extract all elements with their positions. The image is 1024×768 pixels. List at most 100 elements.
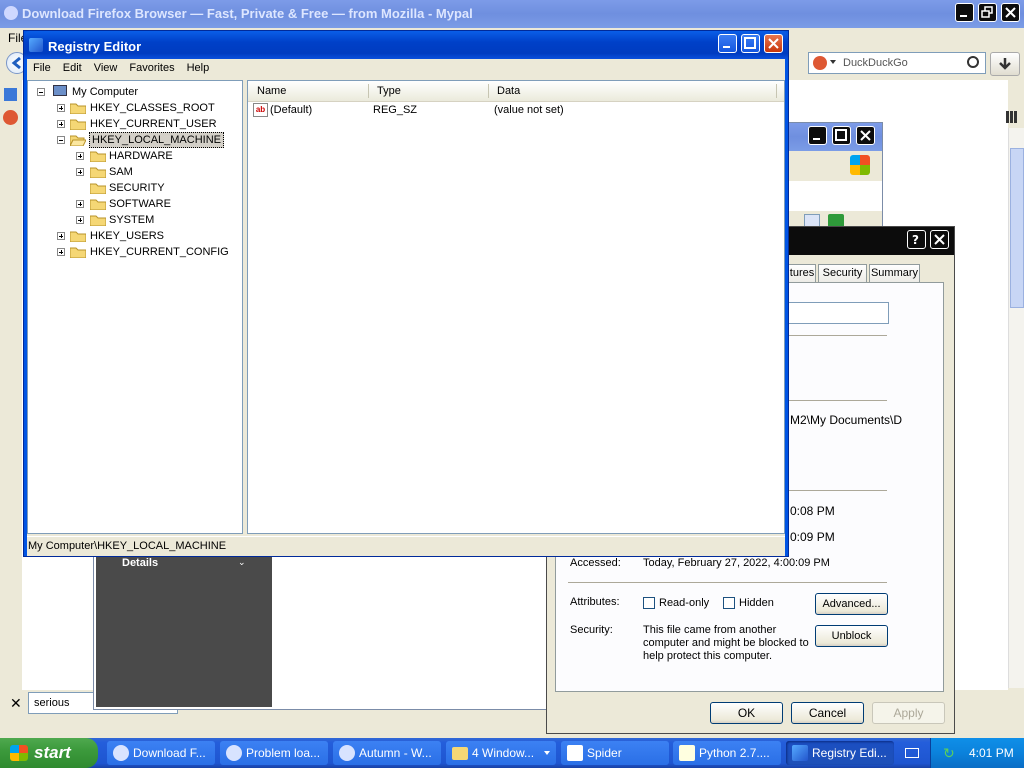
registry-close-button[interactable] [764,34,783,53]
details-label[interactable]: Details [122,557,158,569]
taskbar-button-spider[interactable]: Spider [561,741,669,765]
table-row[interactable]: ab (Default) REG_SZ (value not set) [248,102,784,120]
start-button[interactable]: start [0,738,98,768]
expander-hku[interactable] [57,232,65,240]
browser-minimize-button[interactable] [955,3,974,22]
taskbar-button-autumn[interactable]: Autumn - W... [333,741,441,765]
unblock-button[interactable]: Unblock [815,625,888,647]
menu-edit[interactable]: Edit [57,59,88,77]
advanced-button[interactable]: Advanced... [815,593,888,615]
values-pane[interactable]: Name Type Data ab (Default) REG_SZ (valu… [247,80,785,534]
taskbar-button-windows-group[interactable]: 4 Window... [446,741,556,765]
menu-view[interactable]: View [88,59,124,77]
tree-item-hkcu[interactable]: HKEY_CURRENT_USER [90,116,217,132]
dropdown-arrow-icon [830,60,836,64]
explorer-close-button[interactable] [856,126,875,145]
tree-item-hardware[interactable]: HARDWARE [109,148,173,164]
divider-2 [788,400,887,401]
column-header-data[interactable]: Data [497,85,520,97]
column-divider [776,84,777,98]
expander-hardware[interactable] [76,152,84,160]
expander-hkcr[interactable] [57,104,65,112]
browser-titlebar[interactable]: Download Firefox Browser — Fast, Private… [0,0,1024,28]
taskbar-button-firefox[interactable]: Download F... [107,741,215,765]
download-button[interactable] [990,52,1020,76]
expander-system[interactable] [76,216,84,224]
regedit-app-icon [792,745,808,761]
clock[interactable]: 4:01 PM [969,746,1014,760]
expander-software[interactable] [76,200,84,208]
network-icon[interactable]: ↻ [943,745,959,761]
menu-favorites[interactable]: Favorites [123,59,180,77]
cancel-button[interactable]: Cancel [791,702,864,724]
maximize-icon [744,37,756,49]
tree-item-hku[interactable]: HKEY_USERS [90,228,164,244]
registry-titlebar[interactable]: Registry Editor [24,31,788,59]
properties-close-button[interactable] [930,230,949,249]
tree-item-security[interactable]: SECURITY [109,180,165,196]
tab-security[interactable]: Security [818,264,867,282]
status-path: My Computer\HKEY_LOCAL_MACHINE [28,540,227,552]
list-header: Name Type Data [248,81,784,102]
search-box[interactable]: DuckDuckGo [808,52,986,74]
maximize-icon [835,129,847,141]
tree-item-hkcc[interactable]: HKEY_CURRENT_CONFIG [90,244,229,260]
folder-icon [90,199,106,210]
column-header-type[interactable]: Type [377,85,401,97]
scroll-thumb[interactable] [1010,148,1024,308]
expander-hkcc[interactable] [57,248,65,256]
status-bar: My Computer\HKEY_LOCAL_MACHINE [27,536,785,556]
created-value: 0:08 PM [790,504,835,518]
accessed-label: Accessed: [570,557,621,569]
tab-tures[interactable]: tures [788,264,816,282]
divider-3 [788,490,887,491]
registry-maximize-button[interactable] [741,34,760,53]
menu-file[interactable]: File [27,59,57,77]
tree-item-my-computer[interactable]: My Computer [72,84,138,100]
folder-icon [90,183,106,194]
ok-button[interactable]: OK [710,702,783,724]
expander-my-computer[interactable] [37,88,45,96]
expander-sam[interactable] [76,168,84,176]
grid-menu-icon[interactable] [1006,111,1018,123]
browser-scrollbar[interactable] [1008,128,1024,688]
find-icon[interactable] [4,88,17,101]
tab-summary[interactable]: Summary [869,264,920,282]
tree-pane[interactable]: My Computer HKEY_CLASSES_ROOT HKEY_CURRE… [27,80,243,534]
ddg-sidebar-icon[interactable] [3,110,18,125]
registry-minimize-button[interactable] [718,34,737,53]
filename-field[interactable] [788,302,889,324]
hidden-label: Hidden [739,597,774,609]
tree-item-hklm[interactable]: HKEY_LOCAL_MACHINE [89,132,224,148]
menu-help[interactable]: Help [181,59,216,77]
tree-item-system[interactable]: SYSTEM [109,212,154,228]
regedit-app-icon [29,38,43,52]
magnifier-icon[interactable] [967,56,979,68]
expander-hklm[interactable] [57,136,65,144]
help-button[interactable]: ? [907,230,926,249]
modified-value: 0:09 PM [790,530,835,544]
apply-button[interactable]: Apply [872,702,945,724]
folder-icon [70,247,86,258]
tree-item-software[interactable]: SOFTWARE [109,196,171,212]
browser-sidebar-strip [0,80,22,700]
taskbar-button-python[interactable]: Python 2.7.... [673,741,781,765]
taskbar-button-registry[interactable]: Registry Edi... [786,741,894,765]
explorer-maximize-button[interactable] [832,126,851,145]
tree-item-hkcr[interactable]: HKEY_CLASSES_ROOT [90,100,215,116]
hidden-checkbox[interactable] [723,597,735,609]
chevron-down-icon[interactable]: ⌄ [238,557,246,568]
folder-icon [452,747,468,760]
keyboard-icon[interactable] [905,748,919,758]
browser-close-button[interactable] [1001,3,1020,22]
find-close-icon[interactable]: ✕ [10,695,22,712]
tree-item-sam[interactable]: SAM [109,164,133,180]
browser-restore-button[interactable] [978,3,997,22]
readonly-checkbox[interactable] [643,597,655,609]
column-header-name[interactable]: Name [257,85,286,97]
taskbar-button-problem[interactable]: Problem loa... [220,741,328,765]
expander-hkcu[interactable] [57,120,65,128]
explorer-minimize-button[interactable] [808,126,827,145]
registry-title: Registry Editor [48,39,142,54]
accessed-value: Today, February 27, 2022, 4:00:09 PM [643,557,830,569]
